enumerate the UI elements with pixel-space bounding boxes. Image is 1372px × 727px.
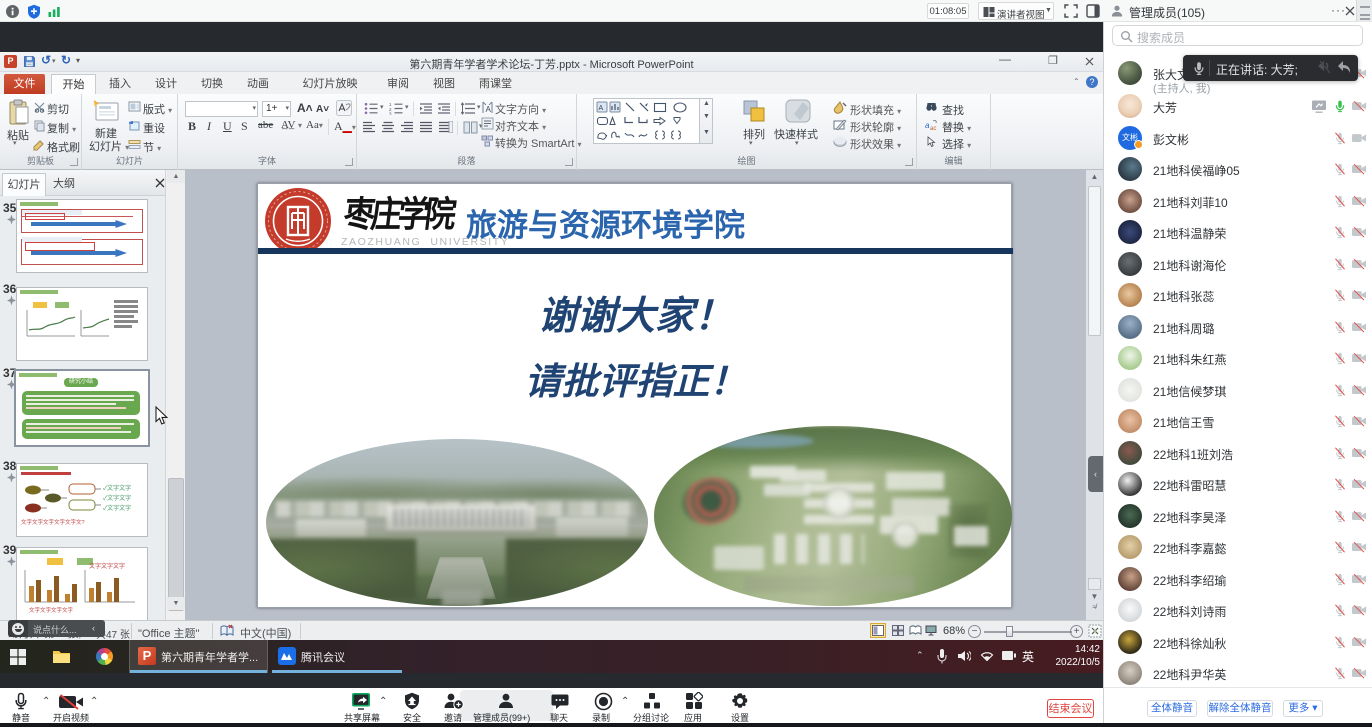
svg-text:A: A [599,105,604,112]
svg-text:A: A [486,105,492,114]
svg-text:✓文字文字: ✓文字文字 [103,504,131,512]
svg-text:✓文字文字: ✓文字文字 [103,484,131,492]
svg-text:✓文字文字: ✓文字文字 [103,494,131,502]
svg-text:文字文字文字文字: 文字文字文字文字 [29,606,74,614]
svg-text:文字文字文字: 文字文字文字 [89,562,125,570]
svg-text:3: 3 [389,112,392,116]
svg-text:ac: ac [930,126,936,131]
svg-text:文字文字文字文字文字文?: 文字文字文字文字文字文? [21,518,85,526]
